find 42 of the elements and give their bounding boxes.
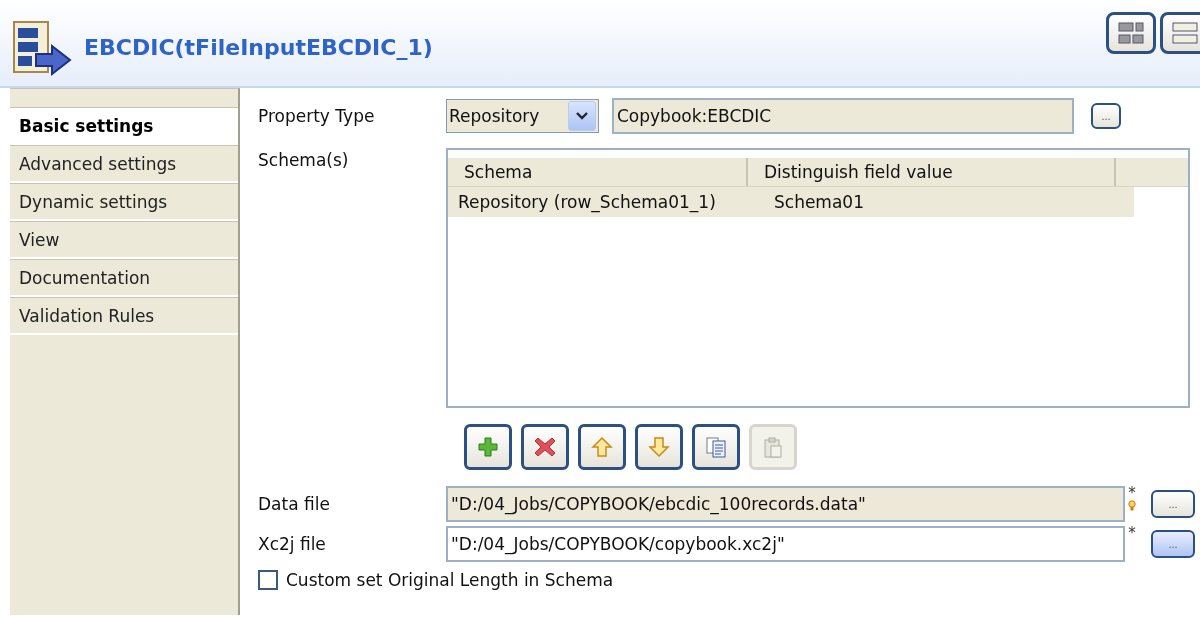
settings-tab[interactable]: Basic settings <box>10 107 238 145</box>
file-arrow-icon <box>12 20 74 78</box>
plus-icon <box>477 436 499 458</box>
settings-tab[interactable]: View <box>10 221 238 259</box>
arrow-up-icon <box>591 436 613 458</box>
layout-grid-button[interactable] <box>1106 12 1156 54</box>
field-label: Schema(s) <box>258 150 350 170</box>
required-mark: * <box>1128 486 1136 500</box>
move-up-button[interactable] <box>578 424 626 470</box>
settings-tab[interactable]: Advanced settings <box>10 145 238 183</box>
layout-rows-button[interactable] <box>1160 12 1200 54</box>
required-mark: * <box>1128 526 1136 540</box>
browse-button[interactable]: ... <box>1151 490 1195 518</box>
repository-field[interactable]: Copybook:EBCDIC <box>612 98 1074 134</box>
copy-button[interactable] <box>692 424 740 470</box>
cross-icon <box>534 436 556 458</box>
settings-tab[interactable]: Documentation <box>10 259 238 297</box>
field-label: Xc2j file <box>258 534 327 554</box>
chevron-down-icon <box>576 112 588 120</box>
file-path-field[interactable]: "D:/04_Jobs/COPYBOOK/copybook.xc2j" <box>446 526 1125 562</box>
remove-button[interactable] <box>521 424 569 470</box>
component-title: EBCDIC(tFileInputEBCDIC_1) <box>84 34 433 60</box>
copy-icon <box>705 436 727 458</box>
browse-button[interactable]: ... <box>1091 103 1121 129</box>
settings-tab[interactable]: Dynamic settings <box>10 183 238 221</box>
add-button[interactable] <box>464 424 512 470</box>
field-label: Data file <box>258 494 331 514</box>
table-cell-text: Repository (row_Schema01_1) <box>457 192 717 212</box>
checkbox-label: Custom set Original Length in Schema <box>286 570 614 590</box>
browse-button[interactable]: ... <box>1151 530 1195 558</box>
arrow-down-icon <box>648 436 670 458</box>
checkbox[interactable] <box>258 570 278 590</box>
file-path-field[interactable]: "D:/04_Jobs/COPYBOOK/ebcdic_100records.data" <box>446 486 1125 522</box>
field-label: Property Type <box>258 106 376 126</box>
move-down-button[interactable] <box>635 424 683 470</box>
table-row[interactable]: Repository (row_Schema01_1) Schema01 <box>448 187 1134 217</box>
grid-layout-icon <box>1118 22 1144 44</box>
rows-layout-icon <box>1172 22 1198 44</box>
property-type-dropdown[interactable]: Repository <box>446 99 599 133</box>
settings-tab[interactable]: Validation Rules <box>10 297 238 335</box>
table-cell-text: Schema01 <box>773 192 865 212</box>
clipboard-icon <box>762 436 784 458</box>
